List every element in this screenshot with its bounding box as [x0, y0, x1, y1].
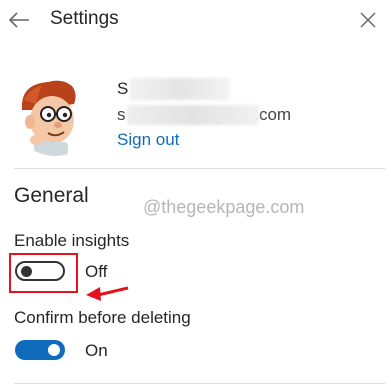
setting-label-confirm-before-deleting: Confirm before deleting — [14, 308, 191, 327]
divider — [14, 168, 385, 169]
setting-label-enable-insights: Enable insights — [14, 231, 130, 250]
annotation-highlight-box — [9, 253, 78, 293]
redacted-name-blur — [130, 78, 230, 100]
confirm-before-deleting-toggle[interactable] — [15, 340, 65, 360]
sign-out-link[interactable]: Sign out — [117, 130, 179, 150]
confirm-before-deleting-state: On — [85, 341, 108, 360]
redacted-email-blur — [127, 105, 259, 125]
avatar — [12, 70, 98, 156]
close-button[interactable] — [356, 8, 380, 32]
watermark: @thegeekpage.com — [143, 197, 305, 217]
annotation-arrow-icon — [86, 286, 129, 301]
section-title-general: General — [14, 184, 89, 207]
arrow-left-icon — [8, 12, 29, 28]
page-title: Settings — [50, 8, 119, 29]
enable-insights-state: Off — [85, 262, 108, 281]
divider — [14, 383, 385, 384]
close-icon — [360, 12, 376, 28]
toggle-knob — [48, 344, 60, 356]
cartoon-avatar-icon — [13, 71, 97, 156]
back-button[interactable] — [6, 8, 32, 32]
